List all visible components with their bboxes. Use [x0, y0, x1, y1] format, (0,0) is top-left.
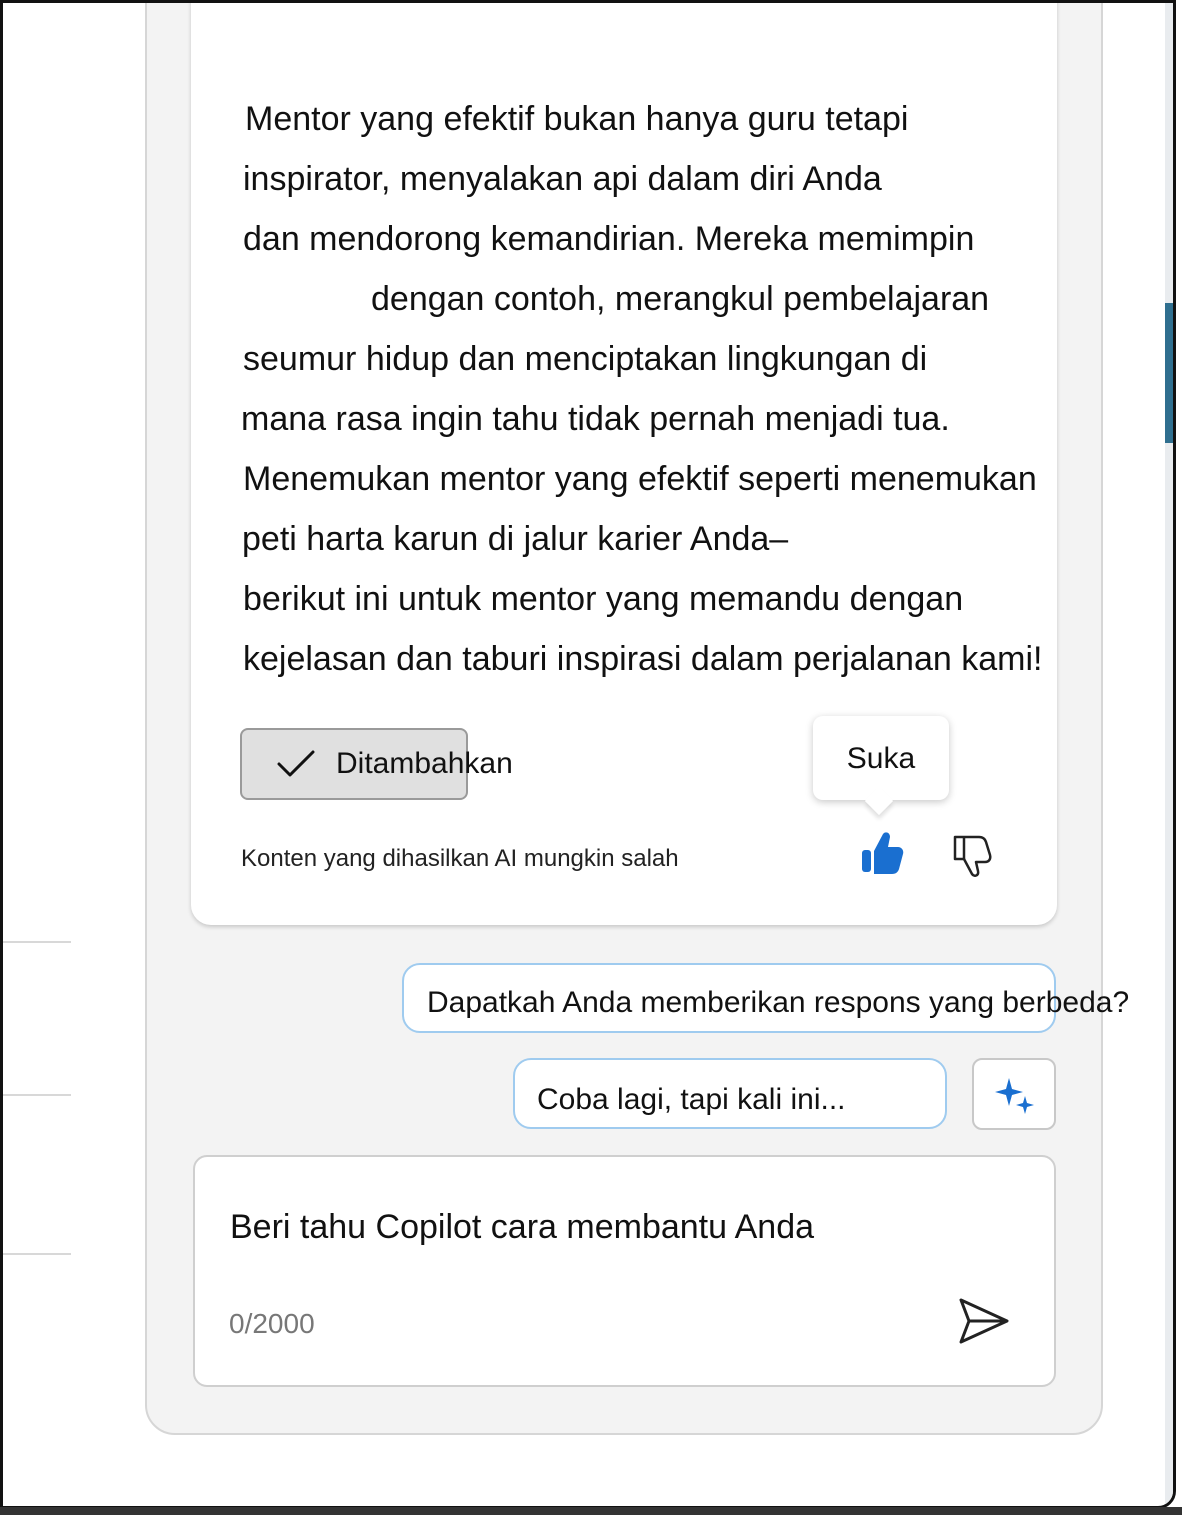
background-divider — [3, 1094, 71, 1096]
response-line: Menemukan mentor yang efektif seperti me… — [243, 460, 1037, 498]
background-app-accent — [1165, 303, 1173, 443]
tooltip-text: Suka — [846, 742, 916, 775]
response-line: kejelasan dan taburi inspirasi dalam per… — [243, 640, 1043, 678]
chat-input-placeholder[interactable]: Beri tahu Copilot cara membantu Anda — [230, 1208, 814, 1247]
response-line: seumur hidup dan menciptakan lingkungan … — [243, 340, 928, 378]
response-line: Mentor yang efektif bukan hanya guru tet… — [245, 100, 909, 138]
thumbs-up-filled-icon[interactable] — [859, 829, 905, 877]
background-divider — [3, 941, 71, 943]
response-line: inspirator, menyalakan api dalam diri An… — [243, 160, 882, 198]
checkmark-icon — [277, 750, 315, 777]
prompt-suggestions-button[interactable] — [972, 1058, 1056, 1130]
background-app-strip — [1165, 3, 1173, 1506]
added-button-label: Ditambahkan — [336, 747, 513, 780]
response-line: mana rasa ingin tahu tidak pernah menjad… — [241, 400, 950, 438]
response-line: berikut ini untuk mentor yang memandu de… — [243, 580, 964, 618]
thumbs-down-icon[interactable] — [949, 831, 995, 879]
chat-input-box[interactable] — [193, 1155, 1056, 1387]
sparkle-icon — [995, 1078, 1034, 1114]
suggestion-try-again-label: Coba lagi, tapi kali ini... — [537, 1083, 846, 1116]
response-text: Mentor yang efektif bukan hanya guru tet… — [241, 89, 1143, 689]
like-tooltip: Suka — [813, 716, 949, 816]
send-icon[interactable] — [955, 1295, 1011, 1347]
background-taskbar-strip — [0, 1507, 1182, 1515]
ai-disclaimer: Konten yang dihasilkan AI mungkin salah — [241, 845, 679, 872]
background-divider — [3, 1253, 71, 1255]
character-counter: 0/2000 — [229, 1308, 315, 1339]
response-line: dan mendorong kemandirian. Mereka memimp… — [243, 220, 975, 258]
suggestion-different-response-label: Dapatkah Anda memberikan respons yang be… — [427, 986, 1130, 1019]
response-line: peti harta karun di jalur karier Anda– — [242, 520, 789, 558]
window-frame: Mentor yang efektif bukan hanya guru tet… — [0, 0, 1176, 1509]
response-line: dengan contoh, merangkul pembelajaran — [371, 280, 990, 318]
